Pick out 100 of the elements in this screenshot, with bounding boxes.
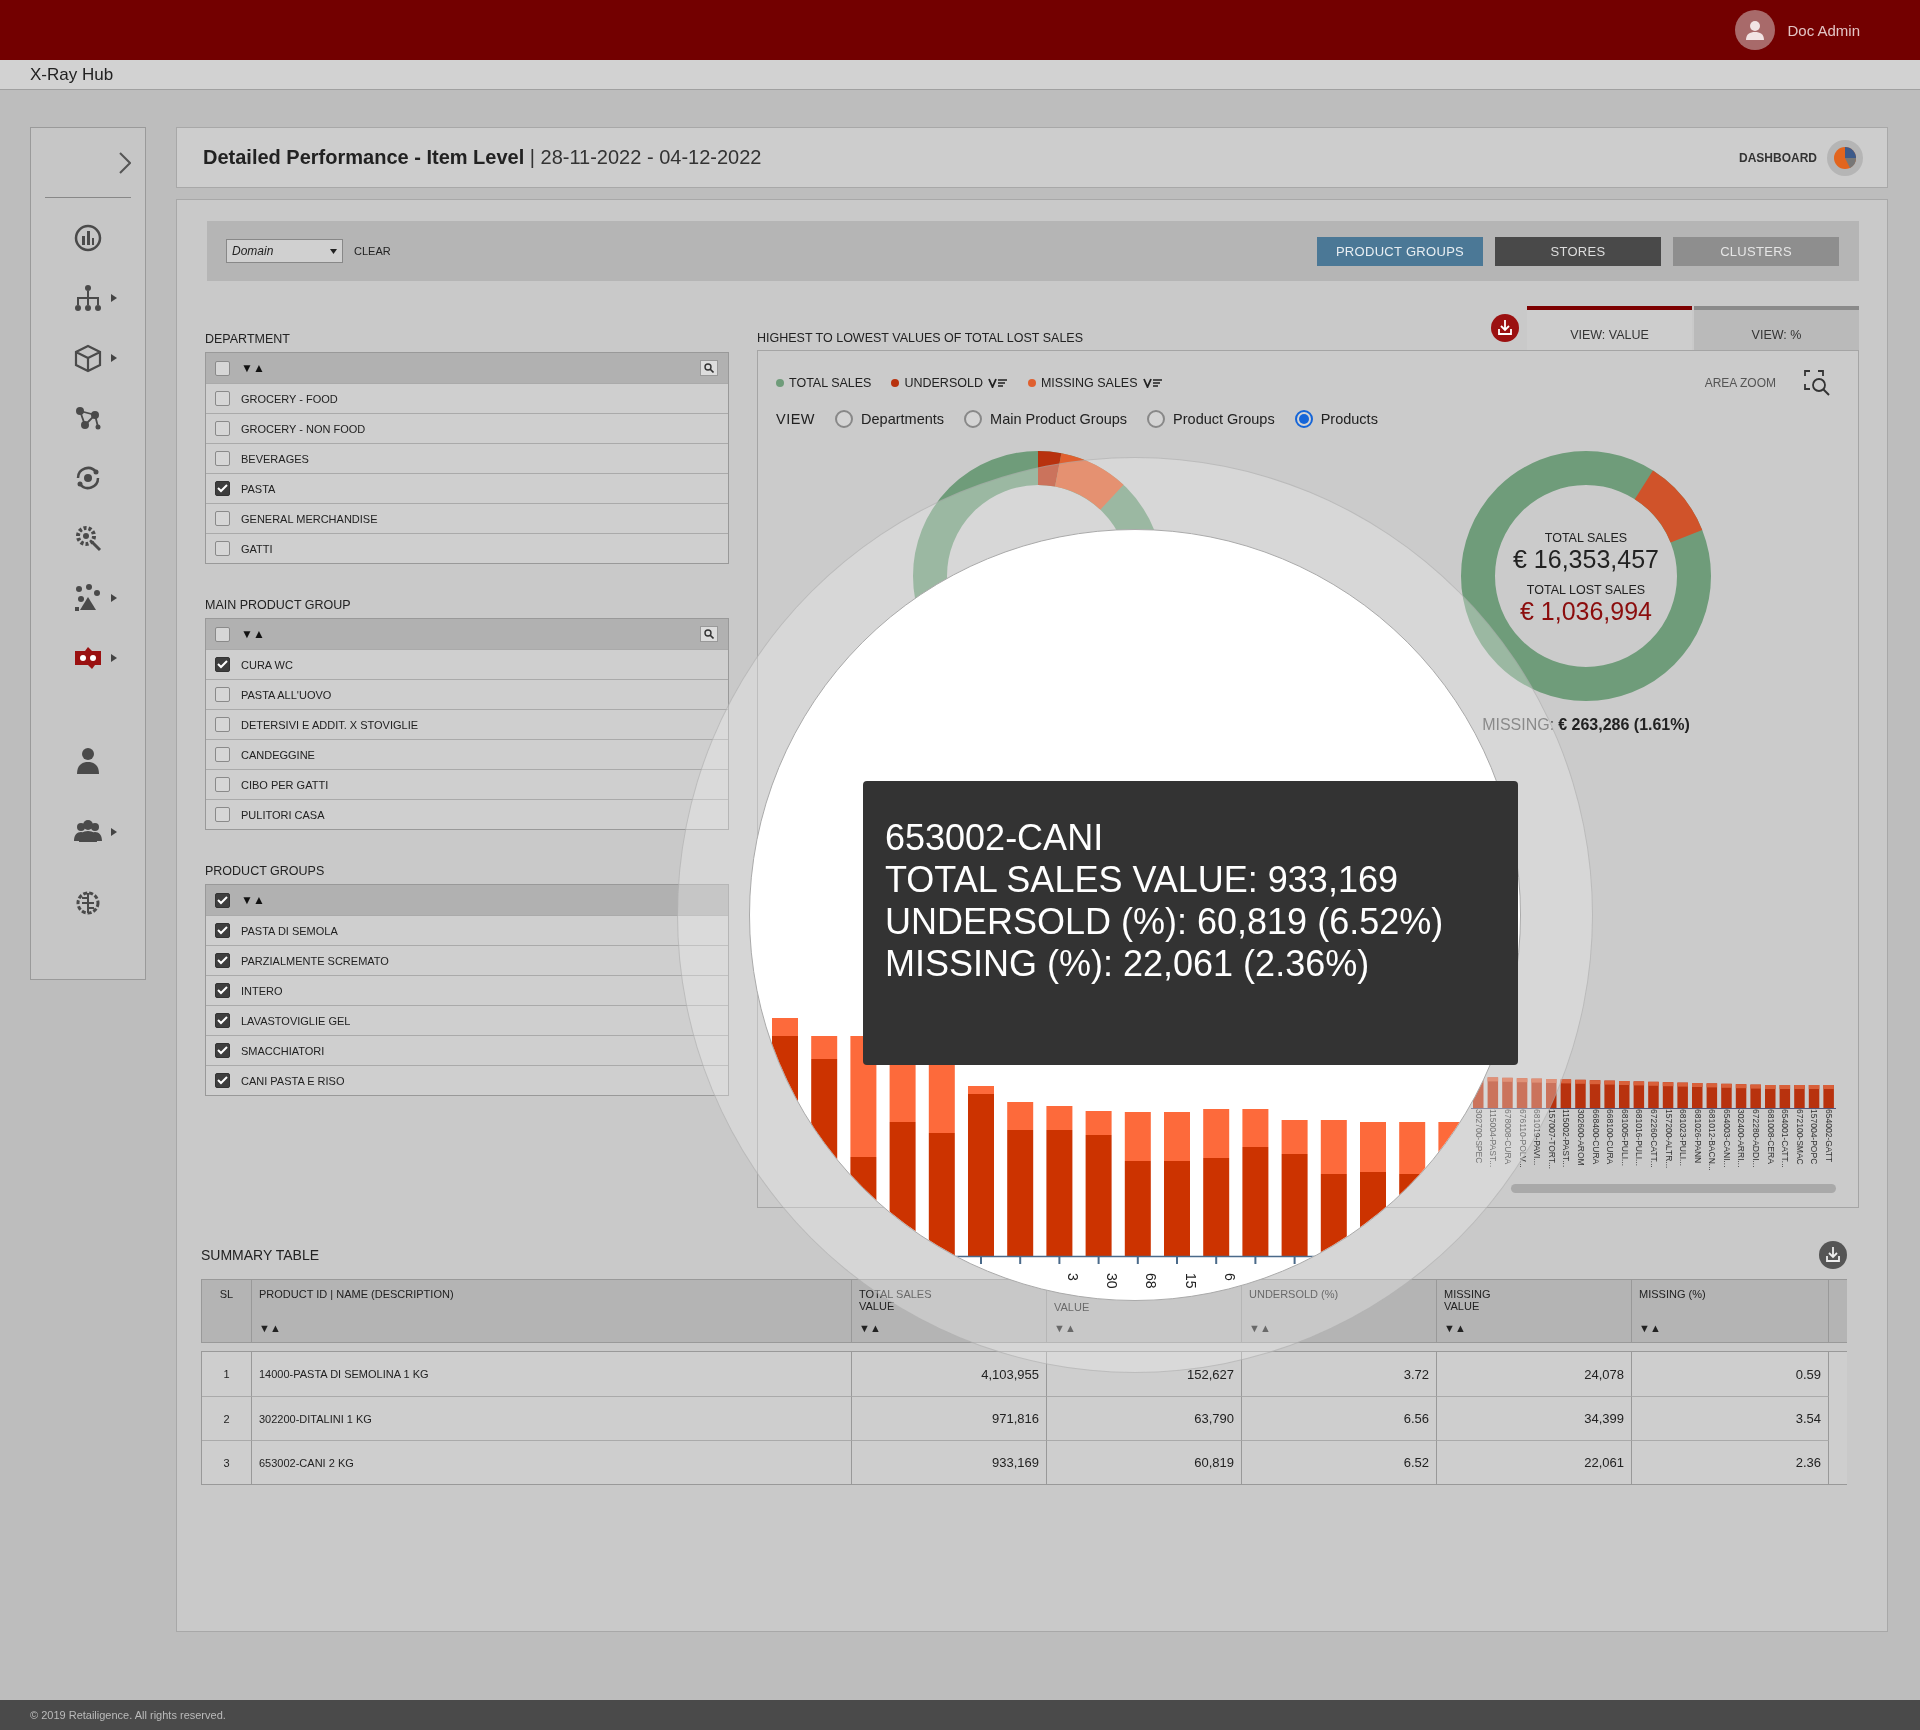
filter-icon[interactable] <box>1142 378 1163 388</box>
avatar-icon[interactable] <box>1735 10 1776 50</box>
column-header[interactable]: SL <box>219 1288 234 1300</box>
clear-link[interactable]: CLEAR <box>354 245 391 257</box>
bar <box>1531 1078 1542 1108</box>
chevron-right-icon[interactable] <box>119 151 131 174</box>
axis-label: 68 <box>1144 1273 1159 1289</box>
table-cell: 653002-CANI 2 KG <box>252 1440 852 1484</box>
table-cell: 4,103,955 <box>852 1352 1047 1396</box>
bar <box>1779 1085 1791 1108</box>
search-button[interactable] <box>700 626 718 642</box>
axis-label: 115002-PAST... <box>1560 1109 1573 1170</box>
filter-option-label: DETERSIVI E ADDIT. X STOVIGLIE <box>241 718 419 731</box>
bar <box>1677 1082 1688 1108</box>
axis-label: 654003-CANI... <box>1720 1109 1733 1170</box>
axis-label: 681019-PAVI... <box>1531 1109 1544 1168</box>
scrollbar[interactable] <box>1511 1184 1836 1193</box>
table-cell: 2 <box>202 1396 252 1440</box>
checkbox[interactable] <box>215 777 230 792</box>
table-cell: 6.56 <box>1242 1396 1437 1440</box>
checkbox[interactable] <box>215 481 230 496</box>
axis-label: 654002-GATT <box>1823 1109 1836 1165</box>
checkbox[interactable] <box>215 391 230 406</box>
sort-toggle[interactable]: ▼▲ <box>1639 1322 1661 1334</box>
checkbox[interactable] <box>215 983 230 998</box>
column-header[interactable]: TOTAL SALES VALUE <box>859 1288 932 1312</box>
checkbox[interactable] <box>215 923 230 938</box>
missing-value: € 263,286 (1.61%) <box>1558 716 1690 733</box>
bar <box>1808 1085 1820 1108</box>
sort-toggle[interactable]: ▼▲ <box>241 893 265 907</box>
column-header[interactable]: PRODUCT ID | NAME (DESCRIPTION) <box>259 1288 454 1300</box>
checkbox[interactable] <box>215 1013 230 1028</box>
checkbox[interactable] <box>215 807 230 822</box>
filter-mode-button[interactable]: PRODUCT GROUPS <box>1317 236 1483 266</box>
table-cell: 0.59 <box>1632 1352 1829 1396</box>
radio-button[interactable] <box>1294 410 1313 428</box>
checkbox[interactable] <box>215 717 230 732</box>
legend-label[interactable]: TOTAL SALES <box>789 376 872 390</box>
axis-label: 157200-ALTR... <box>1662 1109 1675 1171</box>
checkbox[interactable] <box>215 687 230 702</box>
table-cell: 2.36 <box>1632 1440 1829 1484</box>
filter-option-label: CIBO PER GATTI <box>241 778 329 791</box>
radio-option[interactable]: Departments <box>835 410 945 428</box>
search-button[interactable] <box>700 360 718 376</box>
sort-toggle[interactable]: ▼▲ <box>859 1322 881 1334</box>
radio-button[interactable] <box>1147 410 1166 428</box>
select-all-checkbox[interactable] <box>215 892 230 908</box>
checkbox[interactable] <box>215 511 230 526</box>
gauge-icon <box>73 223 103 253</box>
lost-sales-value: € 1,036,994 <box>1519 597 1653 625</box>
sort-toggle[interactable]: ▼▲ <box>241 361 265 375</box>
axis-label: 681026-PANN <box>1691 1109 1704 1166</box>
filter-mode-button[interactable]: STORES <box>1495 236 1661 266</box>
total-sales-label: TOTAL SALES <box>1544 531 1628 545</box>
bar <box>1502 1077 1513 1108</box>
column-header[interactable]: MISSING (%) <box>1639 1288 1706 1300</box>
radio-option[interactable]: Main Product Groups <box>964 410 1128 428</box>
column-header[interactable]: MISSING VALUE <box>1444 1288 1491 1312</box>
checkbox[interactable] <box>215 747 230 762</box>
table-title: SUMMARY TABLE <box>201 1247 319 1263</box>
pie-logo-icon[interactable] <box>1827 139 1863 176</box>
zoom-icon[interactable] <box>1804 370 1830 396</box>
dashboard-link[interactable]: DASHBOARD <box>1739 150 1817 165</box>
checkbox[interactable] <box>215 421 230 436</box>
sort-toggle[interactable]: ▼▲ <box>241 627 265 641</box>
sort-toggle[interactable]: ▼▲ <box>1444 1322 1466 1334</box>
filter-option-label: BEVERAGES <box>241 452 309 465</box>
bar <box>1604 1080 1615 1108</box>
view-tab[interactable]: VIEW: % <box>1694 306 1859 350</box>
checkbox[interactable] <box>215 451 230 466</box>
select-all-checkbox[interactable] <box>215 626 230 642</box>
checkbox[interactable] <box>215 657 230 672</box>
radio-button[interactable] <box>835 410 854 428</box>
radio-option[interactable]: Product Groups <box>1147 410 1275 428</box>
axis-label: 3 <box>1066 1273 1080 1281</box>
legend-label[interactable]: MISSING SALES <box>1040 376 1138 390</box>
filter-option-label: INTERO <box>241 984 283 997</box>
radio-button[interactable] <box>964 410 983 428</box>
table-cell: 302200-DITALINI 1 KG <box>252 1396 852 1440</box>
domain-dropdown[interactable]: Domain <box>226 239 343 263</box>
table-cell: 22,061 <box>1437 1440 1632 1484</box>
checkbox[interactable] <box>215 953 230 968</box>
axis-label: 681016-PULI... <box>1633 1109 1646 1169</box>
radio-option[interactable]: Products <box>1294 410 1378 428</box>
checkbox[interactable] <box>215 1073 230 1088</box>
legend-label[interactable]: UNDERSOLD <box>904 376 983 390</box>
select-all-checkbox[interactable] <box>215 360 230 376</box>
axis-label: 668400-CURA <box>1589 1109 1602 1167</box>
filter-icon[interactable] <box>987 378 1008 388</box>
view-tab[interactable]: VIEW: VALUE <box>1527 306 1692 350</box>
checkbox[interactable] <box>215 541 230 556</box>
missing-label: MISSING: <box>1482 716 1555 733</box>
checkbox[interactable] <box>215 1043 230 1058</box>
user-name[interactable]: Doc Admin <box>1787 21 1860 39</box>
download-icon[interactable] <box>1819 1241 1847 1269</box>
bar <box>1560 1079 1572 1108</box>
sort-toggle[interactable]: ▼▲ <box>259 1322 281 1334</box>
download-icon[interactable] <box>1491 314 1519 342</box>
filter-section-title: DEPARTMENT <box>205 332 291 346</box>
filter-option-label: CURA WC <box>241 658 293 671</box>
